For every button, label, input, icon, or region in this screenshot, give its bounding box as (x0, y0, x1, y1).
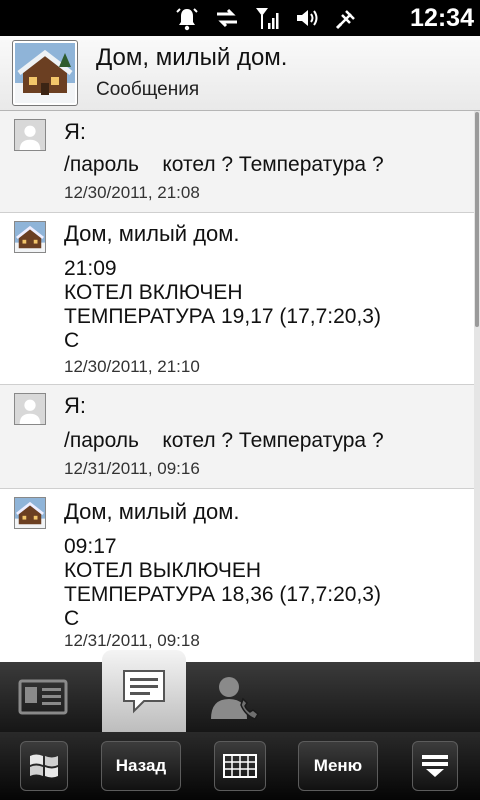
start-button[interactable] (20, 741, 68, 791)
keyboard-icon (223, 754, 257, 778)
person-avatar (14, 393, 46, 425)
contact-avatar[interactable] (12, 40, 78, 106)
contact-name: Дом, милый дом. (96, 44, 288, 71)
options-button[interactable] (412, 741, 458, 791)
alarm-icon (174, 5, 200, 31)
sync-icon (214, 5, 240, 31)
message-timestamp: 12/30/2011, 21:10 (64, 357, 200, 376)
status-bar: 12:34 (0, 0, 480, 36)
command-bar: Назад Меню (0, 732, 480, 800)
message-body: /пароль котел ? Температура ? (64, 429, 384, 452)
message-sender: Дом, милый дом. (64, 499, 240, 524)
house-photo-icon (15, 498, 45, 528)
house-avatar (14, 221, 46, 253)
menu-list-icon (422, 755, 448, 777)
back-button[interactable]: Назад (101, 741, 181, 791)
person-silhouette-icon (15, 394, 45, 424)
tab-contact-card[interactable] (0, 662, 86, 732)
message-icon (123, 670, 165, 714)
house-photo-icon (15, 43, 75, 103)
signal-icon (254, 5, 280, 31)
list-item[interactable]: Дом, милый дом. 09:17 КОТЕЛ ВЫКЛЮЧЕН ТЕМ… (0, 489, 474, 662)
message-body: 09:17 КОТЕЛ ВЫКЛЮЧЕН ТЕМПЕРАТУРА 18,36 (… (64, 535, 381, 630)
windows-logo-icon (30, 754, 58, 778)
message-body: /пароль котел ? Температура ? (64, 153, 384, 176)
message-list[interactable]: Я: /пароль котел ? Температура ? 12/30/2… (0, 111, 480, 662)
status-clock: 12:34 (410, 4, 474, 32)
message-sender: Я: (64, 393, 86, 418)
header-subtitle: Сообщения (96, 79, 200, 100)
volume-icon (294, 5, 320, 31)
message-body: 21:09 КОТЕЛ ВКЛЮЧЕН ТЕМПЕРАТУРА 19,17 (1… (64, 257, 381, 352)
person-silhouette-icon (15, 120, 45, 150)
tab-messages[interactable] (102, 650, 186, 732)
person-avatar (14, 119, 46, 151)
house-photo-icon (15, 222, 45, 252)
list-item[interactable]: Дом, милый дом. 21:09 КОТЕЛ ВКЛЮЧЕН ТЕМП… (0, 213, 474, 385)
keyboard-button[interactable] (214, 741, 266, 791)
message-sender: Дом, милый дом. (64, 221, 240, 246)
list-item[interactable]: Я: /пароль котел ? Температура ? 12/30/2… (0, 111, 474, 213)
list-item[interactable]: Я: /пароль котел ? Температура ? 12/31/2… (0, 385, 474, 489)
menu-button[interactable]: Меню (298, 741, 378, 791)
message-sender: Я: (64, 119, 86, 144)
scrollbar-thumb[interactable] (475, 112, 479, 327)
call-contact-icon (211, 677, 259, 720)
contact-card-icon (18, 679, 68, 715)
power-plug-icon (334, 5, 360, 31)
message-timestamp: 12/31/2011, 09:16 (64, 459, 200, 478)
conversation-header: Дом, милый дом. Сообщения (0, 36, 480, 111)
tab-bar (0, 650, 480, 732)
message-timestamp: 12/31/2011, 09:18 (64, 631, 200, 650)
house-avatar (14, 497, 46, 529)
message-timestamp: 12/30/2011, 21:08 (64, 183, 200, 202)
tab-call-contact[interactable] (190, 662, 276, 732)
status-icons (174, 4, 360, 32)
